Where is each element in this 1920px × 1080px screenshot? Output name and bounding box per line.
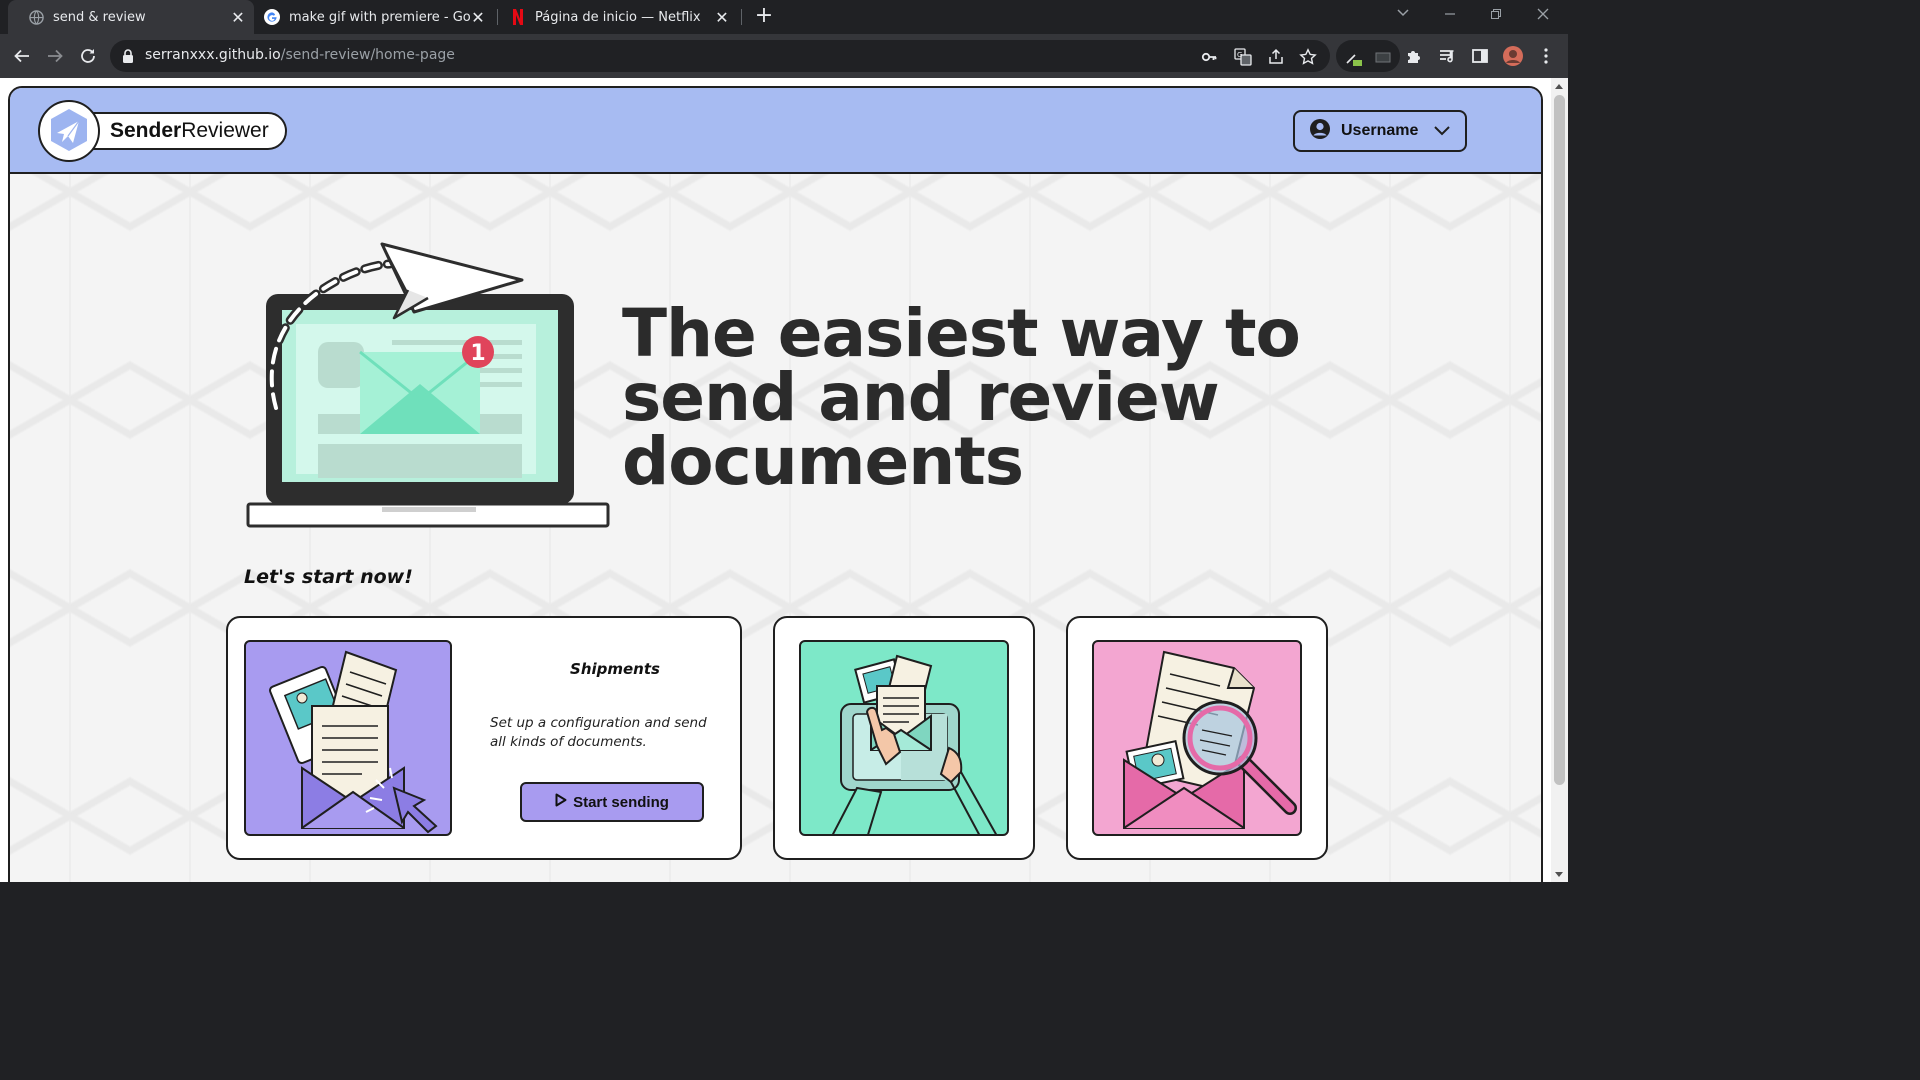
- profile-avatar[interactable]: [1502, 45, 1524, 67]
- tab-send-review[interactable]: send & review ✕: [8, 0, 254, 34]
- play-icon: [555, 793, 567, 811]
- close-tab-icon[interactable]: ✕: [230, 8, 246, 27]
- browser-menu-icon[interactable]: [1535, 45, 1557, 67]
- new-tab-button[interactable]: +: [754, 5, 774, 27]
- page-scrollbar[interactable]: [1551, 78, 1568, 882]
- close-tab-icon[interactable]: ✕: [714, 8, 730, 27]
- app-header: Sender Reviewer Username: [10, 88, 1541, 174]
- media-queue-icon[interactable]: [1436, 45, 1458, 67]
- google-icon: [264, 9, 280, 25]
- card-title: Shipments: [570, 660, 660, 678]
- start-sending-button[interactable]: Start sending: [520, 782, 704, 822]
- tablet-envelope-illustration: [799, 640, 1009, 836]
- laptop-mail-illustration: 1: [246, 242, 610, 528]
- tab-search-chevron-icon[interactable]: [1396, 6, 1410, 22]
- reload-icon[interactable]: [77, 45, 99, 67]
- netflix-icon: [510, 9, 526, 25]
- close-window-icon[interactable]: [1536, 7, 1550, 25]
- tab-netflix[interactable]: Página de inicio — Netflix ✕: [498, 0, 738, 34]
- browser-toolbar: serranxxx.github.io/send-review/home-pag…: [0, 34, 1568, 78]
- card-description: Set up a configuration and send all kind…: [490, 715, 707, 750]
- svg-text:1: 1: [470, 341, 485, 366]
- tab-separator: [741, 9, 742, 25]
- username-label: Username: [1341, 122, 1419, 139]
- eyedropper-extension-icon[interactable]: [1344, 48, 1362, 66]
- brand-name: Sender Reviewer: [88, 112, 287, 150]
- page-viewport: Sender Reviewer Username 1 The easiest w…: [0, 78, 1568, 882]
- key-icon[interactable]: [1200, 48, 1218, 66]
- browser-tab-strip: send & review ✕ make gif with premiere -…: [0, 0, 1568, 34]
- paper-plane-logo-icon: [38, 100, 100, 162]
- puzzle-extensions-icon[interactable]: [1403, 45, 1425, 67]
- minimize-window-icon[interactable]: [1444, 8, 1456, 24]
- shipments-card: Shipments Set up a configuration and sen…: [226, 616, 742, 860]
- chevron-down-icon: [1433, 124, 1451, 142]
- send-envelope-illustration: [244, 640, 452, 836]
- bookmark-star-icon[interactable]: [1299, 48, 1317, 66]
- scrollbar-thumb[interactable]: [1554, 95, 1565, 785]
- svg-text:G: G: [1237, 51, 1242, 59]
- start-sending-label: Start sending: [573, 793, 669, 811]
- url-text: serranxxx.github.io/send-review/home-pag…: [145, 47, 455, 63]
- tab-title: Página de inicio — Netflix: [535, 9, 701, 25]
- hero-heading: The easiest way to send and review docum…: [622, 295, 1301, 500]
- scroll-down-arrow-icon[interactable]: [1555, 872, 1563, 877]
- tab-title: send & review: [53, 9, 146, 25]
- user-menu-button[interactable]: Username: [1293, 110, 1467, 152]
- address-bar[interactable]: serranxxx.github.io/send-review/home-pag…: [110, 40, 1330, 72]
- globe-icon: [28, 9, 44, 25]
- tablet-card: [773, 616, 1035, 860]
- share-icon[interactable]: [1267, 48, 1285, 66]
- brand-logo-link[interactable]: Sender Reviewer: [38, 100, 287, 162]
- lock-icon[interactable]: [122, 48, 134, 67]
- app-frame: Sender Reviewer Username 1 The easiest w…: [8, 86, 1543, 882]
- forward-arrow-icon[interactable]: [44, 45, 66, 67]
- translate-icon[interactable]: G: [1234, 48, 1252, 66]
- review-magnifier-illustration: [1092, 640, 1302, 836]
- cta-heading: Let's start now!: [244, 566, 413, 588]
- screen-extension-icon[interactable]: [1374, 48, 1392, 66]
- tab-google-search[interactable]: make gif with premiere - Google ✕: [254, 0, 494, 34]
- scroll-up-arrow-icon[interactable]: [1555, 84, 1563, 89]
- tab-title: make gif with premiere - Google: [289, 9, 470, 25]
- user-avatar-icon: [1309, 118, 1331, 145]
- back-arrow-icon[interactable]: [11, 45, 33, 67]
- review-card: [1066, 616, 1328, 860]
- extensions-pill: [1336, 40, 1400, 72]
- close-tab-icon[interactable]: ✕: [470, 8, 486, 27]
- side-panel-icon[interactable]: [1469, 45, 1491, 67]
- restore-window-icon[interactable]: [1490, 8, 1502, 24]
